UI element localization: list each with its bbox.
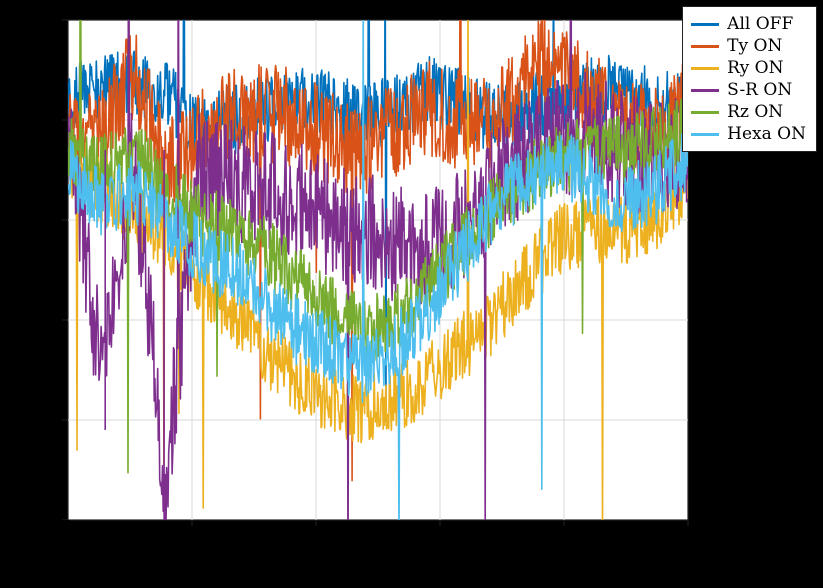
legend-item: All OFF xyxy=(691,13,806,35)
legend: All OFFTy ONRy ONS-R ONRz ONHexa ON xyxy=(682,6,817,152)
legend-swatch xyxy=(691,67,719,70)
legend-label: Hexa ON xyxy=(727,123,806,145)
corner-cap xyxy=(0,520,70,588)
legend-swatch xyxy=(691,45,719,48)
legend-swatch xyxy=(691,89,719,92)
side-cap xyxy=(691,158,823,588)
legend-label: Ty ON xyxy=(727,35,782,57)
legend-label: All OFF xyxy=(727,13,793,35)
chart-container: All OFFTy ONRy ONS-R ONRz ONHexa ON xyxy=(0,0,823,588)
legend-swatch xyxy=(691,23,719,26)
legend-item: S-R ON xyxy=(691,79,806,101)
legend-swatch xyxy=(691,111,719,114)
legend-swatch xyxy=(691,133,719,136)
legend-item: Rz ON xyxy=(691,101,806,123)
legend-item: Ry ON xyxy=(691,57,806,79)
legend-item: Hexa ON xyxy=(691,123,806,145)
legend-label: S-R ON xyxy=(727,79,792,101)
legend-item: Ty ON xyxy=(691,35,806,57)
legend-label: Ry ON xyxy=(727,57,783,79)
legend-label: Rz ON xyxy=(727,101,783,123)
